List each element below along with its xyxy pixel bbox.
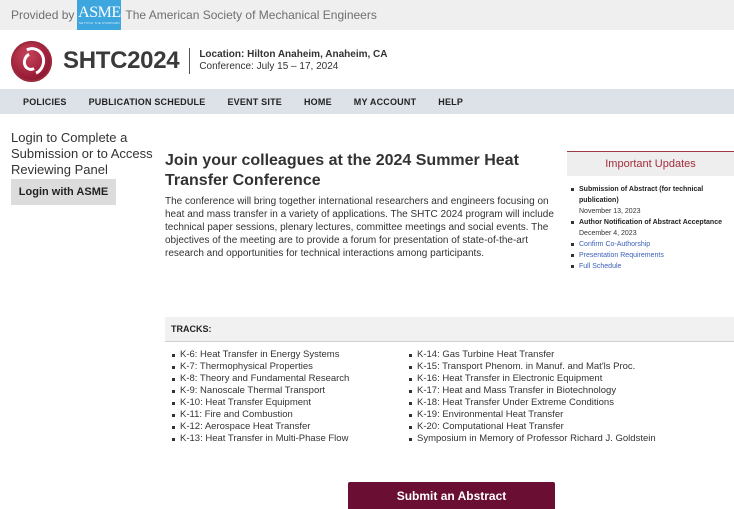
track-item: K-20: Computational Heat Transfer bbox=[408, 421, 656, 433]
asme-logo-subtext: SETTING THE STANDARD bbox=[78, 21, 120, 25]
track-item: K-6: Heat Transfer in Energy Systems bbox=[171, 349, 349, 361]
update-item: Submission of Abstract (for technical pu… bbox=[569, 184, 734, 217]
updates-list: Submission of Abstract (for technical pu… bbox=[567, 184, 734, 272]
tracks-header: TRACKS: bbox=[165, 317, 734, 342]
nav-policies[interactable]: POLICIES bbox=[23, 97, 67, 107]
conference-location: Location: Hilton Anaheim, Anaheim, CA bbox=[199, 49, 388, 60]
login-with-asme-button[interactable]: Login with ASME bbox=[11, 179, 116, 205]
important-updates-panel: Important Updates Submission of Abstract… bbox=[567, 151, 734, 272]
update-date: November 13, 2023 bbox=[579, 208, 641, 215]
update-label: Submission of Abstract (for technical pu… bbox=[579, 186, 704, 204]
track-item: K-14: Gas Turbine Heat Transfer bbox=[408, 349, 656, 361]
conference-info: Location: Hilton Anaheim, Anaheim, CA Co… bbox=[199, 49, 387, 73]
main-heading: Join your colleagues at the 2024 Summer … bbox=[165, 152, 519, 189]
conference-dates: Conference: July 15 – 17, 2024 bbox=[199, 61, 339, 72]
tracks-list-right: K-14: Gas Turbine Heat Transfer K-15: Tr… bbox=[408, 349, 656, 445]
track-item: Symposium in Memory of Professor Richard… bbox=[408, 433, 656, 445]
track-item: K-7: Thermophysical Properties bbox=[171, 361, 349, 373]
track-item: K-10: Heat Transfer Equipment bbox=[171, 397, 349, 409]
important-updates-title: Important Updates bbox=[567, 151, 734, 176]
track-item: K-11: Fire and Combustion bbox=[171, 409, 349, 421]
track-item: K-17: Heat and Mass Transfer in Biotechn… bbox=[408, 385, 656, 397]
main-description: The conference will bring together inter… bbox=[165, 196, 554, 259]
track-item: K-19: Environmental Heat Transfer bbox=[408, 409, 656, 421]
tracks-list-left: K-6: Heat Transfer in Energy Systems K-7… bbox=[171, 349, 349, 445]
asme-logo[interactable]: ASME SETTING THE STANDARD bbox=[77, 0, 122, 30]
presentation-requirements-link[interactable]: Presentation Requirements bbox=[579, 252, 664, 259]
main-nav: POLICIES PUBLICATION SCHEDULE EVENT SITE… bbox=[0, 89, 734, 114]
full-schedule-link[interactable]: Full Schedule bbox=[579, 263, 621, 270]
nav-publication-schedule[interactable]: PUBLICATION SCHEDULE bbox=[89, 97, 206, 107]
update-link-item: Full Schedule bbox=[569, 261, 734, 272]
confirm-coauthorship-link[interactable]: Confirm Co-Authorship bbox=[579, 241, 650, 248]
update-date: December 4, 2023 bbox=[579, 230, 637, 237]
asme-org-name: The American Society of Mechanical Engin… bbox=[125, 8, 377, 22]
update-item: Author Notification of Abstract Acceptan… bbox=[569, 217, 734, 239]
provided-by-label: Provided by bbox=[11, 8, 75, 22]
track-item: K-18: Heat Transfer Under Extreme Condit… bbox=[408, 397, 656, 409]
update-link-item: Confirm Co-Authorship bbox=[569, 239, 734, 250]
update-link-item: Presentation Requirements bbox=[569, 250, 734, 261]
asme-logo-text: ASME bbox=[78, 4, 121, 21]
track-item: K-12: Aerospace Heat Transfer bbox=[171, 421, 349, 433]
header-divider bbox=[189, 48, 191, 74]
conference-header: SHTC2024 Location: Hilton Anaheim, Anahe… bbox=[11, 39, 387, 83]
nav-my-account[interactable]: MY ACCOUNT bbox=[354, 97, 417, 107]
nav-home[interactable]: HOME bbox=[304, 97, 332, 107]
login-prompt: Login to Complete a Submission or to Acc… bbox=[11, 130, 153, 177]
nav-help[interactable]: HELP bbox=[438, 97, 463, 107]
track-item: K-8: Theory and Fundamental Research bbox=[171, 373, 349, 385]
track-item: K-15: Transport Phenom. in Manuf. and Ma… bbox=[408, 361, 656, 373]
submit-abstract-button[interactable]: Submit an Abstract bbox=[348, 482, 555, 509]
conference-title: SHTC2024 bbox=[63, 47, 180, 74]
nav-event-site[interactable]: EVENT SITE bbox=[227, 97, 282, 107]
track-item: K-13: Heat Transfer in Multi-Phase Flow bbox=[171, 433, 349, 445]
track-item: K-16: Heat Transfer in Electronic Equipm… bbox=[408, 373, 656, 385]
update-label: Author Notification of Abstract Acceptan… bbox=[579, 219, 722, 226]
track-item: K-9: Nanoscale Thermal Transport bbox=[171, 385, 349, 397]
provided-by-bar: Provided by ASME SETTING THE STANDARD Th… bbox=[0, 0, 734, 30]
conference-logo-icon bbox=[11, 40, 52, 82]
